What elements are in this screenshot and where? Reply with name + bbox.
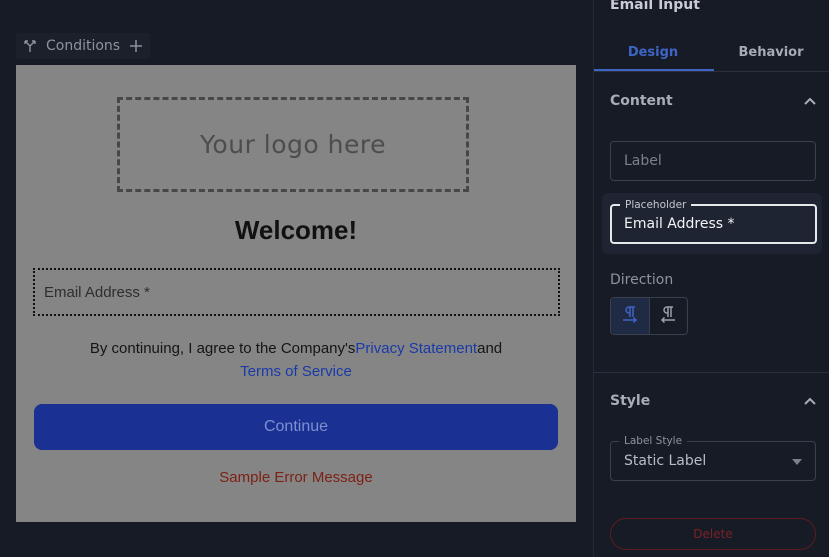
placeholder-field-value: Email Address *	[624, 216, 735, 232]
style-section-header[interactable]: Style	[610, 389, 816, 413]
continue-button-label: Continue	[263, 418, 329, 435]
conditions-label: Conditions	[46, 38, 121, 54]
chevron-up-icon[interactable]	[804, 393, 816, 409]
ltr-paragraph-icon	[620, 304, 640, 328]
label-style-label: Label Style	[619, 434, 688, 448]
form-preview: Your logo here Welcome! Email Address * …	[16, 65, 576, 522]
consent-text: By continuing, I agree to the Company'sP…	[16, 337, 576, 383]
placeholder-field-label: Placeholder	[620, 198, 692, 212]
error-message: Sample Error Message	[219, 469, 373, 486]
chevron-up-icon[interactable]	[804, 93, 816, 109]
branch-icon	[22, 38, 38, 54]
terms-of-service-link[interactable]: Terms of Service	[240, 363, 352, 380]
section-divider	[594, 372, 829, 373]
content-section-header[interactable]: Content	[610, 89, 816, 113]
label-field-placeholder: Label	[624, 153, 662, 169]
continue-button[interactable]: Continue	[34, 404, 558, 450]
direction-label: Direction	[610, 272, 674, 288]
privacy-statement-link[interactable]: Privacy Statement	[355, 340, 477, 357]
rtl-paragraph-icon	[658, 304, 678, 328]
active-tab-indicator	[594, 69, 714, 71]
ltr-direction-button[interactable]	[611, 298, 650, 334]
tab-design[interactable]: Design	[594, 34, 712, 71]
direction-toggle	[610, 297, 688, 335]
content-section-title: Content	[610, 93, 673, 109]
tab-behavior[interactable]: Behavior	[712, 34, 829, 71]
caret-down-icon	[792, 453, 802, 469]
consent-prefix: By continuing, I agree to the Company's	[89, 340, 356, 357]
placeholder-field-wrapper: Placeholder Email Address *	[602, 193, 822, 254]
delete-button[interactable]: Delete	[610, 518, 816, 550]
rtl-direction-button[interactable]	[650, 298, 688, 334]
plus-icon[interactable]	[128, 38, 144, 54]
email-input-preview[interactable]: Email Address *	[33, 268, 560, 316]
logo-placeholder[interactable]: Your logo here	[117, 97, 469, 192]
conditions-bar[interactable]: Conditions	[16, 33, 151, 59]
label-style-select[interactable]: Label Style Static Label	[610, 434, 816, 481]
welcome-title: Welcome!	[234, 215, 358, 245]
properties-panel: Email Input Design Behavior Content Labe…	[593, 0, 829, 557]
panel-tabs: Design Behavior	[594, 34, 829, 72]
label-field[interactable]: Label	[610, 141, 816, 181]
email-input-placeholder: Email Address *	[44, 283, 150, 301]
placeholder-field[interactable]: Placeholder Email Address *	[610, 198, 817, 244]
style-section-title: Style	[610, 393, 651, 409]
panel-title: Email Input	[610, 0, 700, 13]
builder-canvas: Conditions Your logo here Welcome! Email…	[0, 0, 593, 557]
delete-button-label: Delete	[693, 527, 733, 541]
logo-placeholder-text: Your logo here	[199, 130, 386, 159]
label-style-value: Static Label	[624, 453, 707, 469]
consent-and: and	[477, 340, 503, 357]
